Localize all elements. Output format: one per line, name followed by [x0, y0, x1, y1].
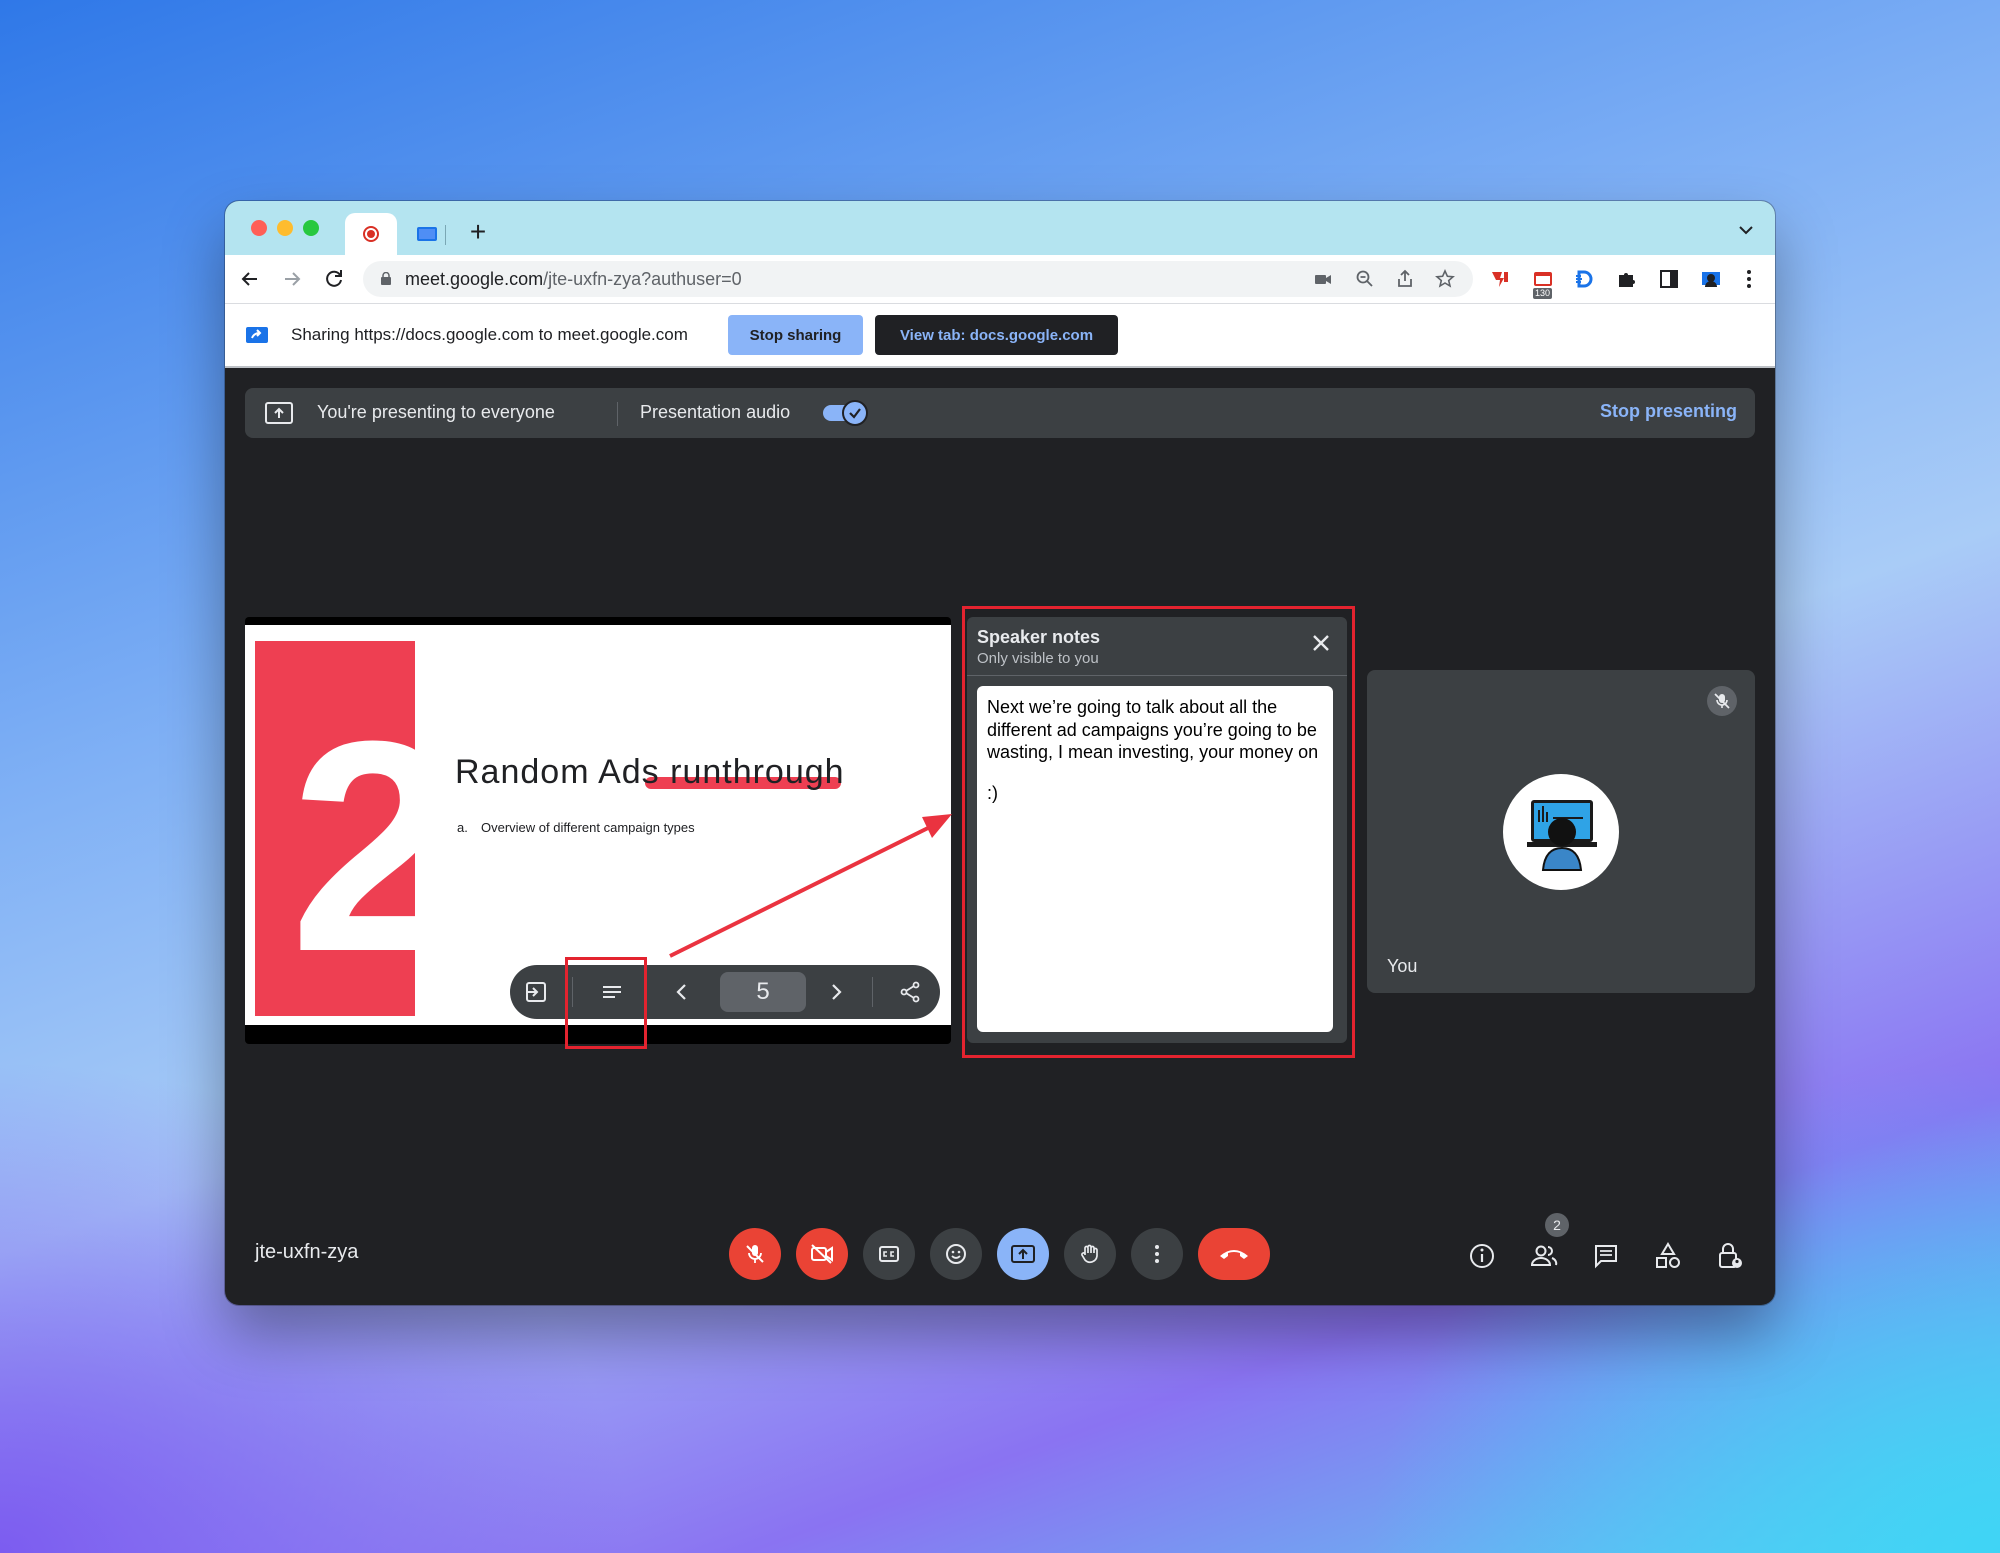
share-icon[interactable] — [898, 980, 922, 1004]
slide-red-panel: 2 — [255, 641, 415, 1016]
slide-number-graphic: 2 — [290, 678, 415, 1014]
annotation-highlight-box — [565, 957, 647, 1049]
bookmark-star-icon[interactable] — [1435, 269, 1455, 289]
zoom-window-button[interactable] — [303, 220, 319, 236]
participant-tile[interactable]: You — [1367, 670, 1755, 993]
slide-title: Random Ads runthrough — [455, 753, 845, 791]
mic-toggle-button[interactable] — [729, 1228, 781, 1280]
recording-dot-icon — [363, 226, 379, 242]
extension-d-icon[interactable] — [1573, 267, 1597, 291]
browser-menu-icon[interactable] — [1737, 267, 1761, 291]
extension-badge: 130 — [1533, 288, 1553, 299]
presentation-audio-label: Presentation audio — [640, 402, 791, 422]
participant-count-badge: 2 — [1545, 1213, 1569, 1237]
avatar — [1503, 774, 1619, 890]
side-panel-icon[interactable] — [1657, 267, 1681, 291]
back-arrow-icon[interactable] — [237, 266, 263, 292]
minimize-window-button[interactable] — [277, 220, 293, 236]
profile-avatar-icon[interactable] — [1699, 267, 1723, 291]
emoji-icon — [946, 1244, 966, 1264]
browser-toolbar: meet.google.com/jte-uxfn-zya?authuser=0 … — [225, 255, 1775, 304]
forward-arrow-icon[interactable] — [279, 266, 305, 292]
meeting-code: jte-uxfn-zya — [255, 1241, 359, 1263]
close-window-button[interactable] — [251, 220, 267, 236]
leave-call-button[interactable] — [1198, 1228, 1270, 1280]
present-screen-icon — [1011, 1245, 1035, 1263]
extensions-puzzle-icon[interactable] — [1615, 267, 1639, 291]
previous-slide-icon[interactable] — [670, 980, 694, 1004]
camera-icon[interactable] — [1313, 269, 1333, 289]
tab-meet[interactable] — [345, 213, 397, 255]
more-vert-icon — [1155, 1245, 1159, 1263]
captions-button[interactable] — [863, 1228, 915, 1280]
slide-bullet: Overview of different campaign types — [481, 820, 695, 835]
chevron-down-icon[interactable] — [1737, 221, 1755, 239]
raise-hand-button[interactable] — [1064, 1228, 1116, 1280]
screen-share-icon — [246, 327, 268, 343]
slide-page-number[interactable]: 5 — [720, 972, 806, 1012]
host-controls-icon[interactable] — [1715, 1241, 1745, 1271]
present-button[interactable] — [997, 1228, 1049, 1280]
participant-name: You — [1387, 956, 1418, 976]
reload-icon[interactable] — [321, 266, 347, 292]
sharing-text: Sharing https://docs.google.com to meet.… — [291, 325, 688, 344]
lock-icon[interactable] — [381, 272, 391, 285]
people-icon[interactable] — [1529, 1241, 1559, 1271]
info-icon[interactable] — [1467, 1241, 1497, 1271]
zoom-icon[interactable] — [1355, 269, 1375, 289]
share-page-icon[interactable] — [1395, 269, 1415, 289]
new-tab-button[interactable]: + — [463, 217, 493, 247]
camera-off-icon — [811, 1244, 833, 1264]
extension-red-icon[interactable] — [1489, 267, 1513, 291]
captions-icon — [879, 1246, 899, 1262]
sharing-info-bar: Sharing https://docs.google.com to meet.… — [225, 304, 1775, 368]
url-text: meet.google.com/jte-uxfn-zya?authuser=0 — [405, 269, 742, 289]
more-options-button[interactable] — [1131, 1228, 1183, 1280]
tab-separator — [445, 225, 446, 245]
stop-sharing-button[interactable]: Stop sharing — [728, 315, 863, 355]
present-screen-icon — [265, 402, 293, 424]
mic-off-icon — [746, 1245, 764, 1263]
tab-strip: + — [225, 201, 1775, 255]
controls-divider — [872, 977, 873, 1007]
reactions-button[interactable] — [930, 1228, 982, 1280]
activities-icon[interactable] — [1653, 1241, 1683, 1271]
end-call-icon — [1220, 1250, 1248, 1259]
stop-presenting-button[interactable]: Stop presenting — [1600, 401, 1737, 422]
view-tab-button[interactable]: View tab: docs.google.com — [875, 315, 1118, 355]
exit-present-icon[interactable] — [524, 980, 548, 1004]
next-slide-icon[interactable] — [824, 980, 848, 1004]
mic-off-icon — [1707, 686, 1737, 716]
toggle-check-icon[interactable] — [842, 400, 868, 426]
presenting-status: You're presenting to everyone — [317, 402, 555, 422]
banner-divider — [617, 402, 618, 426]
hand-icon — [1081, 1244, 1098, 1263]
annotation-highlight-box — [962, 606, 1355, 1058]
address-bar[interactable]: meet.google.com/jte-uxfn-zya?authuser=0 — [363, 261, 1473, 297]
bullet-marker: a. — [457, 820, 468, 835]
docs-slides-icon — [417, 227, 437, 241]
chat-icon[interactable] — [1591, 1241, 1621, 1271]
presenting-banner: You're presenting to everyone Presentati… — [245, 388, 1755, 438]
tab-slides[interactable] — [403, 213, 451, 255]
camera-toggle-button[interactable] — [796, 1228, 848, 1280]
